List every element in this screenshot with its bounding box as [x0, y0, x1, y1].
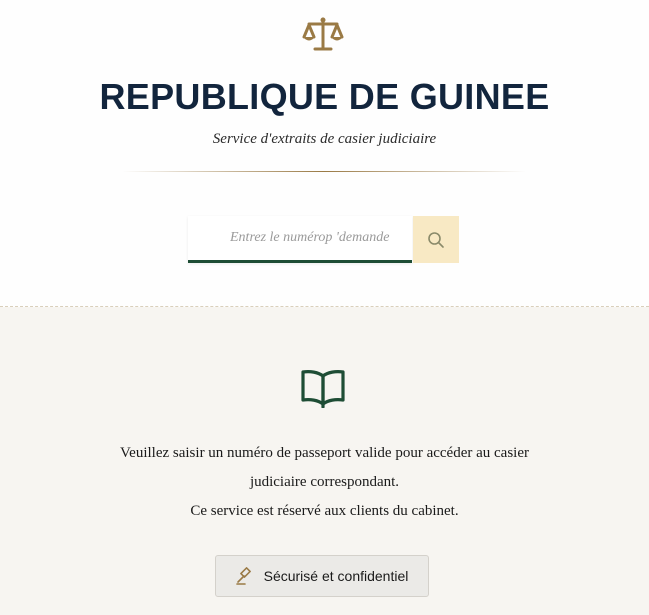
- security-badge: Sécurisé et confidentiel: [215, 555, 429, 597]
- header-section: REPUBLIQUE DE GUINEE Service d'extraits …: [0, 0, 649, 306]
- page-title: REPUBLIQUE DE GUINEE: [99, 76, 550, 117]
- search-input[interactable]: [188, 216, 412, 263]
- search-bar: [188, 216, 459, 266]
- info-text-line-2: judiciaire correspondant.: [249, 474, 400, 490]
- info-text-line-1: Veuillez saisir un numéro de passeport v…: [120, 445, 529, 461]
- gavel-icon: [235, 567, 251, 585]
- info-text-line-3: Ce service est réservé aux clients du ca…: [190, 503, 459, 519]
- title-divider: [122, 171, 526, 172]
- search-button[interactable]: [413, 216, 459, 263]
- scales-of-justice-icon: [302, 17, 344, 51]
- open-book-icon: [301, 370, 345, 408]
- security-badge-label: Sécurisé et confidentiel: [263, 568, 409, 584]
- search-icon: [428, 231, 444, 248]
- page-subtitle: Service d'extraits de casier judiciaire: [212, 131, 437, 147]
